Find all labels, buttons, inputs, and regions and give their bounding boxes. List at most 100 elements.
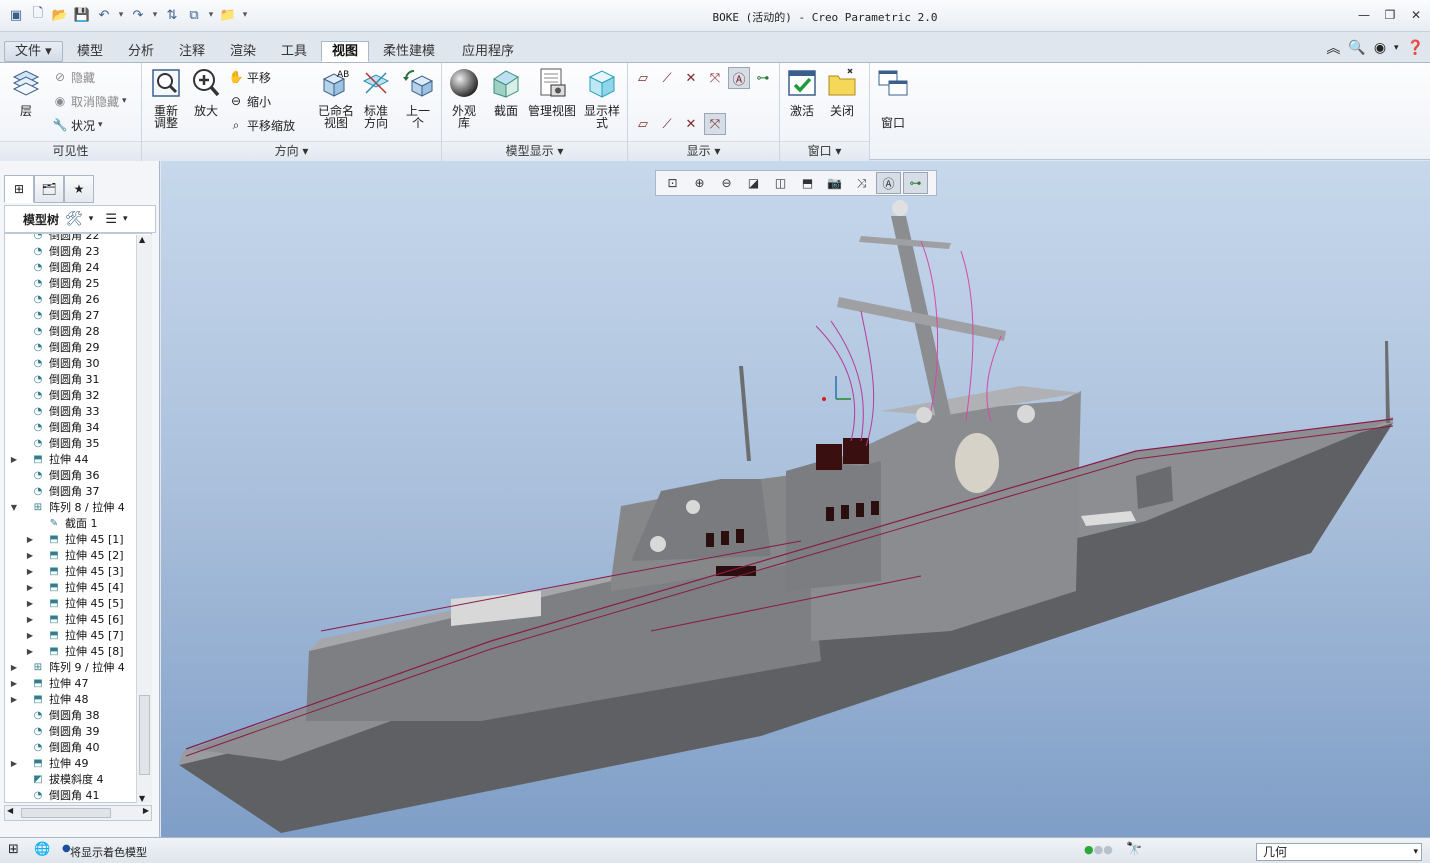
unhide-button[interactable]: ◉ 取消隐藏 ▾ bbox=[52, 91, 127, 111]
spin-center-icon[interactable]: ⊶ bbox=[903, 172, 928, 194]
tree-settings-dropdown-icon[interactable]: ▾ bbox=[89, 214, 94, 224]
tree-item[interactable]: ◔ 倒圆角 26 bbox=[5, 292, 151, 308]
hide-button[interactable]: ⊘ 隐藏 bbox=[52, 67, 95, 87]
point-display-icon[interactable]: ✕ bbox=[680, 67, 702, 89]
manage-views-button[interactable]: 管理视图 bbox=[528, 67, 576, 117]
named-views-button[interactable]: AB 已命名 视图 bbox=[314, 67, 358, 129]
repaint-icon[interactable]: ◪ bbox=[741, 172, 766, 194]
community-dropdown-icon[interactable]: ▾ bbox=[1394, 43, 1399, 53]
tab-applications[interactable]: 应用程序 bbox=[451, 41, 525, 62]
tree-item[interactable]: ▶ ⬒ 拉伸 45 [5] bbox=[5, 596, 151, 612]
tree-settings-icon[interactable]: 🛠 bbox=[65, 211, 83, 227]
minimize-icon[interactable]: — bbox=[1356, 7, 1372, 23]
search-icon[interactable]: 🔍 bbox=[1348, 40, 1365, 56]
model-tree[interactable]: ◔ 倒圆角 22 ◔ 倒圆角 23 ◔ 倒圆角 24 ◔ 倒圆角 25 ◔ 倒圆角 26 ◔ 倒圆角 … bbox=[4, 233, 152, 803]
point-tag-display-icon[interactable]: ✕ bbox=[680, 113, 702, 135]
axis-display-icon[interactable]: ⟋ bbox=[656, 67, 678, 89]
selection-filter[interactable]: 几何 ▾ bbox=[1256, 843, 1422, 861]
redo-dropdown-icon[interactable]: ▾ bbox=[150, 10, 160, 20]
tree-item[interactable]: ◔ 倒圆角 35 bbox=[5, 436, 151, 452]
tree-item[interactable]: ◔ 倒圆角 33 bbox=[5, 404, 151, 420]
tab-file[interactable]: 文件 ▾ bbox=[4, 41, 63, 62]
tree-item[interactable]: ▶ ⬒ 拉伸 45 [1] bbox=[5, 532, 151, 548]
redo-icon[interactable]: ↷ bbox=[128, 5, 148, 25]
tree-item[interactable]: ◔ 倒圆角 23 bbox=[5, 244, 151, 260]
previous-view-button[interactable]: 上一 个 bbox=[398, 67, 438, 129]
help-icon[interactable]: ❓ bbox=[1407, 40, 1424, 56]
scroll-right-icon[interactable]: ▶ bbox=[143, 806, 149, 815]
tree-item[interactable]: ▶ ⬒ 拉伸 45 [2] bbox=[5, 548, 151, 564]
section-button[interactable]: 截面 bbox=[486, 67, 526, 117]
tab-tools[interactable]: 工具 bbox=[270, 41, 318, 62]
tree-horizontal-scrollbar[interactable]: ◀ ▶ bbox=[4, 805, 152, 821]
close-button[interactable]: 关闭 bbox=[822, 67, 862, 117]
tree-item[interactable]: ◔ 倒圆角 34 bbox=[5, 420, 151, 436]
new-file-icon[interactable]: 🗋 bbox=[28, 5, 48, 25]
axis-tag-display-icon[interactable]: ⟋ bbox=[656, 113, 678, 135]
tree-item[interactable]: ◔ 倒圆角 28 bbox=[5, 324, 151, 340]
show-browser-icon[interactable]: 🌐 bbox=[34, 842, 50, 857]
scroll-up-icon[interactable]: ▲ bbox=[139, 235, 145, 244]
tab-model[interactable]: 模型 bbox=[66, 41, 114, 62]
group-display-label[interactable]: 显示 ▾ bbox=[628, 141, 779, 161]
tree-item[interactable]: ◔ 倒圆角 39 bbox=[5, 724, 151, 740]
group-orientation-label[interactable]: 方向 ▾ bbox=[142, 141, 441, 161]
annotation-display-icon[interactable]: Ⓐ bbox=[876, 172, 901, 194]
tab-annotate[interactable]: 注释 bbox=[168, 41, 216, 62]
plane-tag-display-icon[interactable]: ▱ bbox=[632, 113, 654, 135]
undo-dropdown-icon[interactable]: ▾ bbox=[116, 10, 126, 20]
tree-item[interactable]: ▶ ⊞ 阵列 9 / 拉伸 4 bbox=[5, 660, 151, 676]
refit-button[interactable]: 重新 调整 bbox=[146, 67, 186, 129]
tree-item[interactable]: ▶ ⬒ 拉伸 45 [6] bbox=[5, 612, 151, 628]
tree-expander-icon[interactable]: ▶ bbox=[25, 548, 35, 564]
tree-expander-icon[interactable]: ▶ bbox=[9, 452, 19, 468]
community-icon[interactable]: ◉ bbox=[1374, 40, 1386, 56]
tree-expander-icon[interactable]: ▶ bbox=[9, 692, 19, 708]
selection-filter-dropdown-icon[interactable]: ▾ bbox=[1413, 844, 1418, 860]
group-window-label[interactable]: 窗口 ▾ bbox=[780, 141, 869, 161]
annotation-display-icon[interactable]: Ⓐ bbox=[728, 67, 750, 89]
status-button[interactable]: 🔧 状况 ▾ bbox=[52, 115, 103, 135]
tree-expander-icon[interactable]: ▶ bbox=[9, 756, 19, 772]
tree-expander-icon[interactable]: ▶ bbox=[25, 644, 35, 660]
zoom-in-button[interactable]: 放大 bbox=[186, 67, 226, 117]
scroll-left-icon[interactable]: ◀ bbox=[7, 806, 13, 815]
tree-horizontal-scroll-thumb[interactable] bbox=[21, 808, 111, 818]
graphics-viewport[interactable]: ⊡ ⊕ ⊖ ◪ ◫ ⬒ 📷 ⤨ Ⓐ ⊶ bbox=[161, 161, 1430, 837]
tab-render[interactable]: 渲染 bbox=[219, 41, 267, 62]
model-tree-tab-icon[interactable]: ⊞ bbox=[4, 175, 34, 203]
tab-analysis[interactable]: 分析 bbox=[117, 41, 165, 62]
close-window-icon[interactable]: 📁 bbox=[218, 5, 238, 25]
tree-vertical-scrollbar[interactable]: ▲ ▼ bbox=[136, 235, 152, 803]
tree-item[interactable]: ▶ ⬒ 拉伸 48 bbox=[5, 692, 151, 708]
appearance-gallery-button[interactable]: 外观 库 bbox=[444, 67, 484, 129]
tree-item[interactable]: ◔ 倒圆角 24 bbox=[5, 260, 151, 276]
minimize-ribbon-icon[interactable]: ︽ bbox=[1326, 38, 1340, 58]
refit-icon[interactable]: ⊡ bbox=[660, 172, 685, 194]
restore-icon[interactable]: ❐ bbox=[1382, 7, 1398, 23]
save-icon[interactable]: 💾 bbox=[72, 5, 92, 25]
windows-icon[interactable]: ⧉ bbox=[184, 5, 204, 25]
close-icon[interactable]: ✕ bbox=[1408, 7, 1424, 23]
group-model-display-label[interactable]: 模型显示 ▾ bbox=[442, 141, 627, 161]
zoom-out-icon[interactable]: ⊖ bbox=[714, 172, 739, 194]
folder-browser-tab-icon[interactable]: 🗂 bbox=[34, 175, 64, 203]
spin-center-icon[interactable]: ⊶ bbox=[752, 67, 774, 89]
pan-zoom-button[interactable]: ⌕ 平移缩放 bbox=[228, 115, 295, 135]
open-folder-icon[interactable]: 📂 bbox=[50, 5, 70, 25]
find-icon[interactable]: 🔭 bbox=[1126, 842, 1142, 857]
csys-display-icon[interactable]: ⤧ bbox=[704, 67, 726, 89]
tree-expander-icon[interactable]: ▶ bbox=[25, 612, 35, 628]
tree-item[interactable]: ◔ 倒圆角 40 bbox=[5, 740, 151, 756]
datum-display-icon[interactable]: ⤨ bbox=[849, 172, 874, 194]
customize-qat-icon[interactable]: ▾ bbox=[240, 10, 250, 20]
favorites-tab-icon[interactable]: ★ bbox=[64, 175, 94, 203]
display-style-button[interactable]: 显示样 式 bbox=[582, 67, 622, 129]
tree-expander-icon[interactable]: ▶ bbox=[25, 596, 35, 612]
tree-item[interactable]: ◔ 倒圆角 37 bbox=[5, 484, 151, 500]
tree-item[interactable]: ▶ ⬒ 拉伸 45 [7] bbox=[5, 628, 151, 644]
csys-tag-display-icon[interactable]: ⤧ bbox=[704, 113, 726, 135]
tree-item[interactable]: ✎ 截面 1 bbox=[5, 516, 151, 532]
tree-item[interactable]: ▼ ⊞ 阵列 8 / 拉伸 4 bbox=[5, 500, 151, 516]
tree-expander-icon[interactable]: ▶ bbox=[25, 628, 35, 644]
